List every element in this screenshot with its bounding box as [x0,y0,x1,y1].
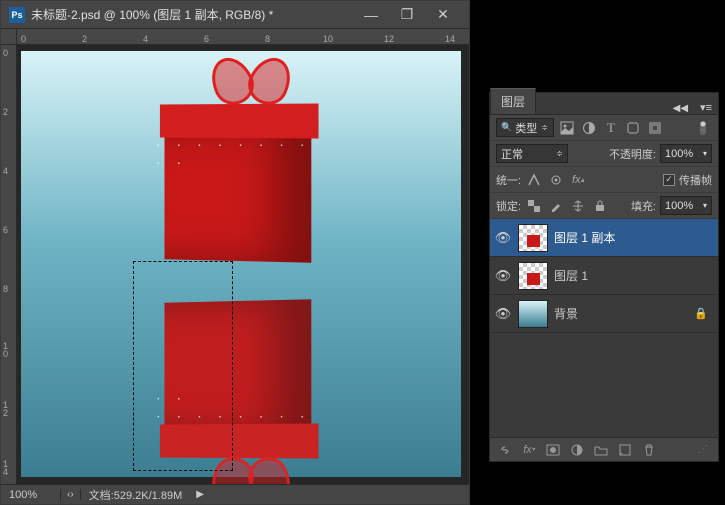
status-bar: 100% ‹› 文档:529.2K/1.89M ▶ [1,484,469,504]
lock-all-icon[interactable] [591,197,609,215]
document-window: Ps 未标题-2.psd @ 100% (图层 1 副本, RGB/8) * —… [0,0,470,505]
layer-filter-row: 🔍 类型 ≑ T [490,115,718,141]
ruler-tick: 14 [3,460,8,476]
titlebar[interactable]: Ps 未标题-2.psd @ 100% (图层 1 副本, RGB/8) * —… [1,1,469,29]
restore-button[interactable]: ❐ [389,3,425,27]
panel-resize-icon[interactable]: ⋰ [692,441,714,459]
adjustment-filter-icon[interactable] [580,119,598,137]
fill-input[interactable]: 100%▾ [660,196,712,215]
fill-label: 填充: [631,198,656,214]
panel-menu-icon[interactable]: ▾≡ [694,101,718,114]
ruler-tick: 12 [384,34,394,44]
opacity-input[interactable]: 100%▾ [660,144,712,163]
ruler-origin[interactable] [1,29,17,45]
ruler-tick: 2 [82,34,87,44]
ruler-tick: 2 [3,108,8,116]
layers-panel: 图层 ◀◀ ▾≡ 🔍 类型 ≑ T 正常≑ 不透明度: [489,92,719,462]
shape-filter-icon[interactable] [624,119,642,137]
ruler-tick: 8 [265,34,270,44]
new-group-icon[interactable] [590,441,612,459]
unify-label: 统一: [496,172,521,188]
layer-name[interactable]: 背景 [554,305,688,322]
document-title: 未标题-2.psd @ 100% (图层 1 副本, RGB/8) * [31,6,353,23]
propagate-checkbox[interactable]: ✓ [663,174,675,186]
adjustment-layer-icon[interactable] [566,441,588,459]
ruler-tick: 0 [21,34,26,44]
lock-label: 锁定: [496,198,521,214]
layer-thumbnail[interactable] [518,262,548,290]
lock-row: 锁定: 填充: 100%▾ [490,193,718,219]
document-size[interactable]: 文档:529.2K/1.89M [81,487,191,503]
marquee-selection[interactable] [133,261,233,471]
layer-thumbnail[interactable] [518,224,548,252]
layer-name[interactable]: 图层 1 副本 [554,229,714,246]
unify-style-icon[interactable]: fx▴ [569,171,587,189]
minimize-button[interactable]: — [353,3,389,27]
ruler-tick: 4 [3,167,8,175]
lock-transparent-icon[interactable] [525,197,543,215]
layer-item[interactable]: 👁 图层 1 [490,257,718,295]
link-layers-icon[interactable] [494,441,516,459]
panel-collapse-icon[interactable]: ◀◀ [667,103,694,114]
ruler-tick: 10 [323,34,333,44]
filter-toggle-switch[interactable] [694,119,712,137]
blend-mode-dropdown[interactable]: 正常≑ [496,144,568,163]
zoom-stepper-icon[interactable]: ‹› [61,489,81,500]
vertical-ruler[interactable]: 0 2 4 6 8 10 12 14 [1,45,17,484]
layers-list[interactable]: 👁 图层 1 副本 👁 图层 1 👁 背景 🔒 [490,219,718,437]
fx-icon[interactable]: fx▾ [518,441,540,459]
blend-mode-row: 正常≑ 不透明度: 100%▾ [490,141,718,167]
filter-kind-dropdown[interactable]: 🔍 类型 ≑ [496,118,554,137]
lock-indicator-icon: 🔒 [694,307,714,320]
ruler-tick: 6 [3,226,8,234]
layer-name[interactable]: 图层 1 [554,267,714,284]
zoom-level[interactable]: 100% [1,489,61,501]
layer-item[interactable]: 👁 图层 1 副本 [490,219,718,257]
layer-thumbnail[interactable] [518,300,548,328]
ps-app-icon: Ps [9,7,25,23]
opacity-label: 不透明度: [609,146,656,162]
image-filter-icon[interactable] [558,119,576,137]
canvas[interactable] [21,51,461,477]
lock-position-icon[interactable] [569,197,587,215]
ruler-tick: 14 [445,34,455,44]
unify-row: 统一: fx▴ ✓ 传播帧 [490,167,718,193]
layer-mask-icon[interactable] [542,441,564,459]
statusbar-menu-icon[interactable]: ▶ [190,489,210,500]
ruler-tick: 6 [204,34,209,44]
layers-panel-footer: fx▾ ⋰ [490,437,718,461]
visibility-toggle-icon[interactable]: 👁 [494,230,512,246]
ruler-tick: 4 [143,34,148,44]
ruler-tick: 0 [3,49,8,57]
filter-kind-label: 类型 [515,120,537,136]
ruler-tick: 10 [3,342,8,358]
layer-item[interactable]: 👁 背景 🔒 [490,295,718,333]
delete-layer-icon[interactable] [638,441,660,459]
visibility-toggle-icon[interactable]: 👁 [494,306,512,322]
unify-visibility-icon[interactable] [547,171,565,189]
ruler-tick: 8 [3,285,8,293]
visibility-toggle-icon[interactable]: 👁 [494,268,512,284]
type-filter-icon[interactable]: T [602,119,620,137]
panel-tab-bar: 图层 ◀◀ ▾≡ [490,93,718,115]
propagate-label: 传播帧 [679,172,712,188]
lock-pixels-icon[interactable] [547,197,565,215]
new-layer-icon[interactable] [614,441,636,459]
smartobject-filter-icon[interactable] [646,119,664,137]
tab-layers[interactable]: 图层 [490,88,536,114]
horizontal-ruler[interactable]: 0 2 4 6 8 10 12 14 [17,29,469,45]
ruler-tick: 12 [3,401,8,417]
canvas-area[interactable] [17,45,469,484]
close-button[interactable]: ✕ [425,3,461,27]
unify-position-icon[interactable] [525,171,543,189]
